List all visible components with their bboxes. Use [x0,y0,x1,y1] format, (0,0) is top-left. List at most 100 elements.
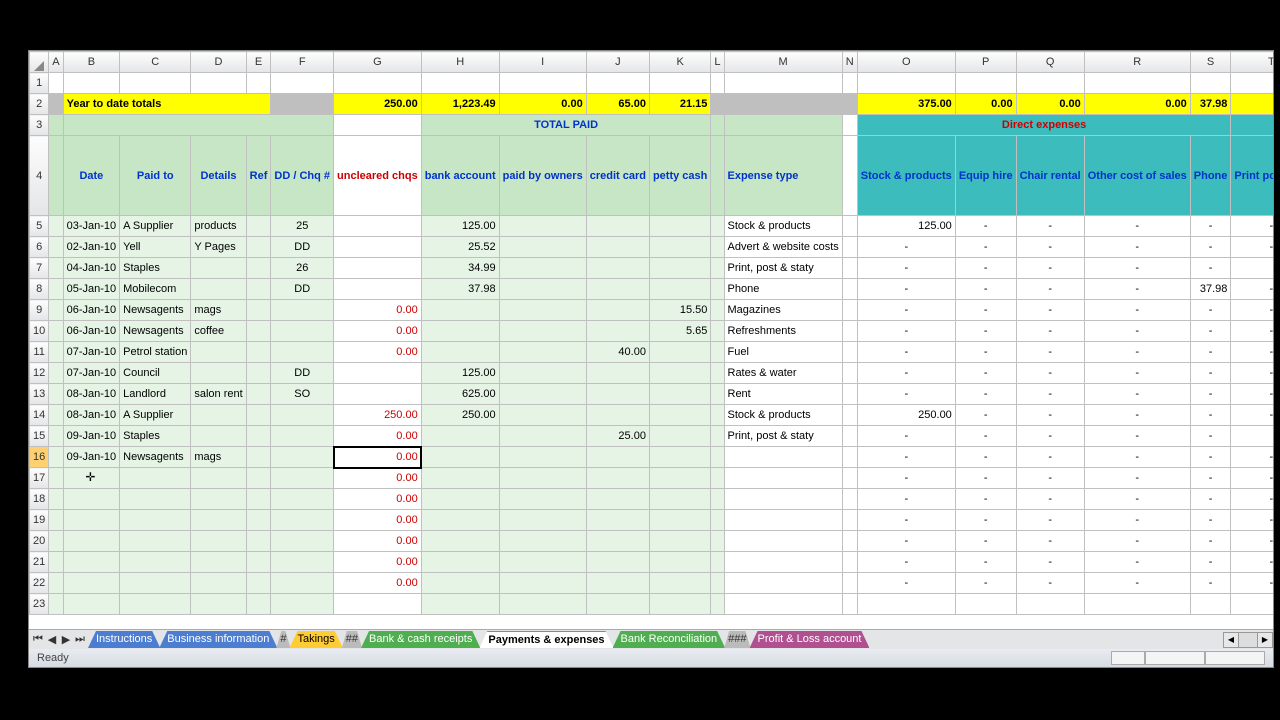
cell-K15[interactable] [649,426,710,447]
cell-S16[interactable]: - [1190,447,1231,468]
sheet-tab--[interactable]: ## [342,631,362,648]
cell-N19[interactable] [842,510,857,531]
cell-G8[interactable] [334,279,422,300]
cell-M17[interactable] [724,468,842,489]
cell-Q11[interactable]: - [1016,342,1084,363]
cell-I23[interactable] [499,594,586,615]
cell-D12[interactable] [191,363,246,384]
cell-I21[interactable] [499,552,586,573]
cell-K19[interactable] [649,510,710,531]
cell-T10[interactable]: - [1231,321,1273,342]
col-header-E[interactable]: E [246,52,271,73]
sheet-tab-bank-reconciliation[interactable]: Bank Reconciliation [613,631,726,648]
row-header-1[interactable]: 1 [30,73,49,94]
cell-E14[interactable] [246,405,271,426]
cell-I18[interactable] [499,489,586,510]
cell-C14[interactable]: A Supplier [120,405,191,426]
cell-G7[interactable] [334,258,422,279]
grid-area[interactable]: ABCDEFGHIJKLMNOPQRST12Year to date total… [29,51,1273,629]
cell-N14[interactable] [842,405,857,426]
sheet-tab-instructions[interactable]: Instructions [88,631,160,648]
cell-G6[interactable] [334,237,422,258]
cell-H9[interactable] [421,300,499,321]
cell-J5[interactable] [586,216,649,237]
cell-Q9[interactable]: - [1016,300,1084,321]
cell-L9[interactable] [711,300,724,321]
cell-Q20[interactable]: - [1016,531,1084,552]
cell-M19[interactable] [724,510,842,531]
cell-L20[interactable] [711,531,724,552]
cell[interactable] [1084,73,1190,94]
cell-M21[interactable] [724,552,842,573]
cell-M9[interactable]: Magazines [724,300,842,321]
cell-B18[interactable] [63,489,120,510]
cell-K8[interactable] [649,279,710,300]
cell[interactable] [499,73,586,94]
cell-J11[interactable]: 40.00 [586,342,649,363]
tab-prev-icon[interactable]: ◀ [45,632,59,648]
col-header-M[interactable]: M [724,52,842,73]
cell-J21[interactable] [586,552,649,573]
cell-T20[interactable]: - [1231,531,1273,552]
cell-J22[interactable] [586,573,649,594]
cell-T22[interactable]: - [1231,573,1273,594]
cell-K21[interactable] [649,552,710,573]
cell-O17[interactable]: - [857,468,955,489]
cell-I22[interactable] [499,573,586,594]
cell-N8[interactable] [842,279,857,300]
cell-Q17[interactable]: - [1016,468,1084,489]
cell-F22[interactable] [271,573,334,594]
cell-C13[interactable]: Landlord [120,384,191,405]
row-header-5[interactable]: 5 [30,216,49,237]
cell-P18[interactable]: - [955,489,1016,510]
cell-L5[interactable] [711,216,724,237]
cell-N10[interactable] [842,321,857,342]
cell-D7[interactable] [191,258,246,279]
cell-M16[interactable] [724,447,842,468]
cell[interactable] [334,73,422,94]
cell-E12[interactable] [246,363,271,384]
cell-J19[interactable] [586,510,649,531]
cell-K12[interactable] [649,363,710,384]
cell-M14[interactable]: Stock & products [724,405,842,426]
cell-L19[interactable] [711,510,724,531]
cell-F12[interactable]: DD [271,363,334,384]
cell-O5[interactable]: 125.00 [857,216,955,237]
cell-B14[interactable]: 08-Jan-10 [63,405,120,426]
cell-K11[interactable] [649,342,710,363]
cell-B7[interactable]: 04-Jan-10 [63,258,120,279]
cell-S11[interactable]: - [1190,342,1231,363]
cell-N18[interactable] [842,489,857,510]
cell-S21[interactable]: - [1190,552,1231,573]
cell-T6[interactable]: - [1231,237,1273,258]
cell-S8[interactable]: 37.98 [1190,279,1231,300]
row-header-4[interactable]: 4 [30,136,49,216]
row-header-17[interactable]: 17 [30,468,49,489]
cell-R23[interactable] [1084,594,1190,615]
cell-I12[interactable] [499,363,586,384]
cell-L8[interactable] [711,279,724,300]
row-header-22[interactable]: 22 [30,573,49,594]
cell-Q15[interactable]: - [1016,426,1084,447]
cell-M12[interactable]: Rates & water [724,363,842,384]
tab-first-icon[interactable]: ⏮ [31,632,45,648]
cell-H12[interactable]: 125.00 [421,363,499,384]
cell-B16[interactable]: 09-Jan-10 [63,447,120,468]
cell-E11[interactable] [246,342,271,363]
cell-K9[interactable]: 15.50 [649,300,710,321]
cell-M22[interactable] [724,573,842,594]
cell-A10[interactable] [49,321,63,342]
cell-P5[interactable]: - [955,216,1016,237]
cell-K13[interactable] [649,384,710,405]
cell-I5[interactable] [499,216,586,237]
cell-L13[interactable] [711,384,724,405]
cell-F9[interactable] [271,300,334,321]
cell-T16[interactable]: - [1231,447,1273,468]
cell-M13[interactable]: Rent [724,384,842,405]
cell-C17[interactable] [120,468,191,489]
cell-T14[interactable]: - [1231,405,1273,426]
cell-G9[interactable]: 0.00 [334,300,422,321]
cell-I11[interactable] [499,342,586,363]
cell-B17[interactable] [63,468,120,489]
sheet-tab--[interactable]: # [276,631,290,648]
